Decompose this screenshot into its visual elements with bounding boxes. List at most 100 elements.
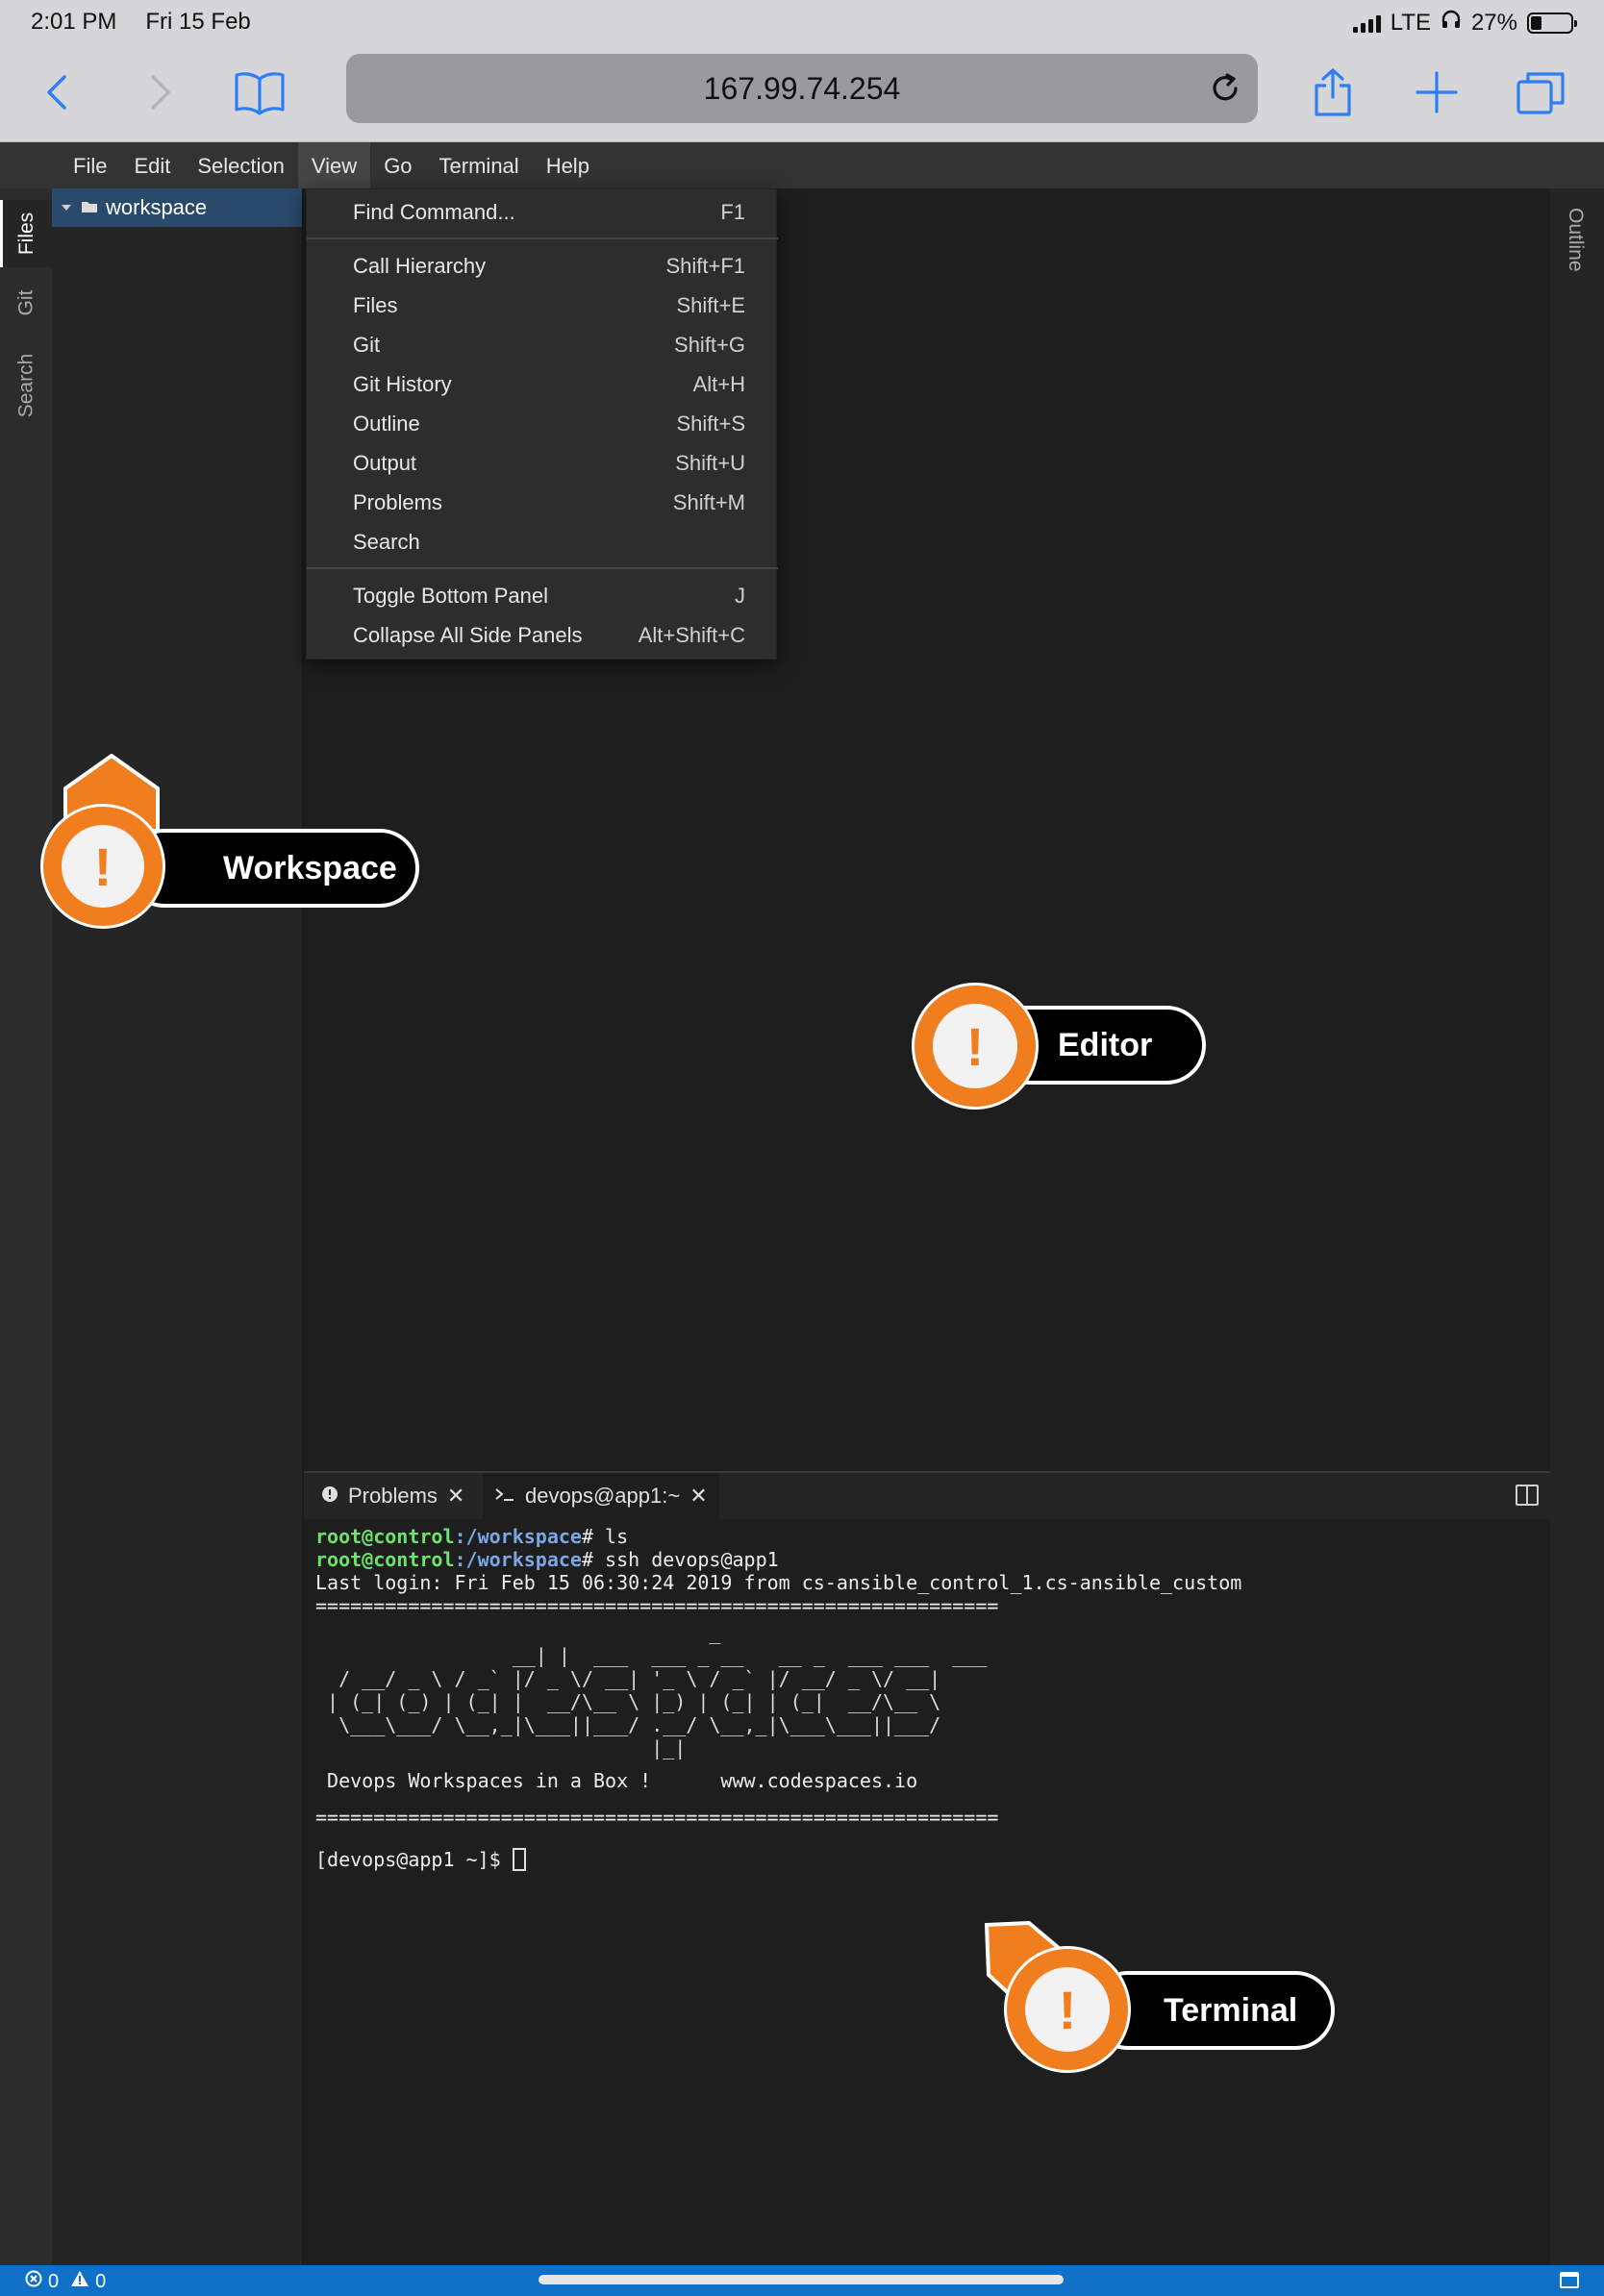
menu-item-outline[interactable]: Outline Shift+S	[307, 405, 778, 443]
menu-item-git[interactable]: Git Shift+G	[307, 326, 778, 364]
alert-badge-icon: !	[912, 983, 1039, 1110]
terminal-cursor	[512, 1848, 526, 1871]
back-icon[interactable]	[29, 63, 87, 121]
menu-item-label: Files	[353, 293, 398, 317]
terminal-tagline: Devops Workspaces in a Box ! www.codespa…	[315, 1769, 918, 1792]
menu-item-label: Toggle Bottom Panel	[353, 584, 549, 608]
chevron-down-icon[interactable]	[60, 195, 73, 220]
terminal-line: Last login: Fri Feb 15 06:30:24 2019 fro…	[315, 1571, 1242, 1594]
close-icon[interactable]: ✕	[689, 1484, 707, 1509]
terminal-line: root@control:/workspace# ssh devops@app1	[315, 1548, 1537, 1571]
menu-item-shortcut: Alt+Shift+C	[638, 623, 745, 647]
menu-item-git-history[interactable]: Git History Alt+H	[307, 365, 778, 404]
menu-item-toggle-bottom-panel[interactable]: Toggle Bottom Panel J	[307, 577, 778, 615]
tab-problems[interactable]: Problems ✕	[310, 1473, 476, 1519]
problems-summary[interactable]: 0 0	[25, 2270, 106, 2293]
callout-label: Workspace	[125, 829, 419, 908]
callout-workspace: Workspace !	[38, 754, 423, 929]
split-panel-icon[interactable]	[1516, 1485, 1539, 1506]
menu-item-shortcut: Alt+H	[692, 372, 745, 396]
ios-status-bar: 2:01 PM Fri 15 Feb LTE 27%	[0, 0, 1604, 44]
menu-file[interactable]: File	[60, 142, 120, 188]
activity-tab-files[interactable]: Files	[0, 200, 52, 267]
battery-icon	[1527, 12, 1577, 34]
menu-item-label: Problems	[353, 490, 442, 514]
ide-status-bar: 0 0	[0, 2265, 1604, 2296]
warning-count: 0	[95, 2270, 107, 2292]
activity-tab-search[interactable]: Search	[0, 352, 52, 419]
tab-label: Problems	[348, 1484, 438, 1508]
terminal-line: root@control:/workspace# ls	[315, 1525, 1537, 1548]
warning-icon	[70, 2270, 89, 2293]
new-tab-icon[interactable]	[1408, 63, 1466, 121]
outline-tab[interactable]: Outline	[1564, 208, 1587, 272]
menu-item-label: Output	[353, 451, 417, 475]
menu-edit[interactable]: Edit	[120, 142, 184, 188]
menu-item-output[interactable]: Output Shift+U	[307, 444, 778, 483]
menu-item-files[interactable]: Files Shift+E	[307, 287, 778, 325]
menu-item-shortcut: J	[735, 584, 745, 608]
tree-item-workspace[interactable]: workspace	[52, 188, 302, 227]
menu-item-label: Find Command...	[353, 200, 515, 224]
menu-item-shortcut: Shift+F1	[665, 254, 745, 278]
status-time: 2:01 PM	[31, 9, 117, 35]
terminal-path: :/workspace	[454, 1548, 582, 1571]
terminal-rule: ========================================…	[315, 1594, 999, 1617]
terminal-command: # ssh devops@app1	[581, 1548, 779, 1571]
terminal-prompt: [devops@app1 ~]$	[315, 1848, 513, 1871]
battery-percent: 27%	[1470, 9, 1517, 36]
home-indicator[interactable]	[539, 2275, 1064, 2284]
menu-separator	[307, 567, 778, 569]
terminal-user: root@control	[315, 1525, 455, 1548]
forward-icon[interactable]	[131, 63, 188, 121]
activity-tab-label: Git	[14, 289, 37, 316]
menu-item-shortcut: F1	[720, 200, 745, 224]
menu-terminal[interactable]: Terminal	[426, 142, 533, 188]
folder-icon	[81, 195, 98, 220]
alert-badge-icon: !	[1004, 1946, 1131, 2073]
menu-item-shortcut: Shift+G	[674, 333, 745, 357]
menu-item-call-hierarchy[interactable]: Call Hierarchy Shift+F1	[307, 247, 778, 286]
menu-item-shortcut: Shift+M	[672, 490, 745, 514]
menu-item-problems[interactable]: Problems Shift+M	[307, 484, 778, 522]
menu-separator	[307, 237, 778, 239]
close-icon[interactable]: ✕	[447, 1484, 464, 1509]
activity-tab-git[interactable]: Git	[0, 279, 52, 327]
menu-item-label: Search	[353, 530, 420, 554]
menu-go[interactable]: Go	[370, 142, 425, 188]
share-icon[interactable]	[1304, 63, 1362, 121]
menu-item-shortcut: Shift+U	[675, 451, 745, 475]
menu-item-find-command[interactable]: Find Command... F1	[307, 193, 778, 232]
reload-icon[interactable]	[1206, 69, 1244, 108]
menu-help[interactable]: Help	[533, 142, 603, 188]
network-type: LTE	[1390, 9, 1431, 36]
menu-item-collapse-side-panels[interactable]: Collapse All Side Panels Alt+Shift+C	[307, 616, 778, 655]
panel-toggle-icon[interactable]	[1560, 2272, 1579, 2288]
activity-bar: Files Git Search	[0, 188, 52, 2265]
file-explorer: workspace	[52, 188, 304, 2265]
right-side-bar: Outline	[1550, 188, 1604, 2265]
menu-view[interactable]: View	[297, 142, 371, 188]
terminal-path: :/workspace	[454, 1525, 582, 1548]
tab-label: devops@app1:~	[525, 1484, 681, 1508]
menu-selection[interactable]: Selection	[184, 142, 298, 188]
activity-tab-label: Files	[15, 212, 38, 256]
headphones-icon	[1441, 9, 1462, 37]
codespaces-ascii-logo: _ __| | ___ ___ _ __ __ _ ___ ___ ___ / …	[327, 1621, 988, 1759]
menu-item-label: Git	[353, 333, 381, 357]
bookmarks-icon[interactable]	[231, 63, 288, 121]
tabs-icon[interactable]	[1512, 63, 1569, 121]
menu-item-label: Git History	[353, 372, 452, 396]
folder-label: workspace	[106, 195, 208, 219]
tab-terminal[interactable]: devops@app1:~ ✕	[483, 1473, 719, 1519]
panel-tabstrip: Problems ✕ devops@app1:~ ✕	[304, 1473, 1550, 1519]
menu-item-label: Collapse All Side Panels	[353, 623, 583, 647]
view-menu-dropdown: Find Command... F1 Call Hierarchy Shift+…	[306, 188, 778, 660]
battery-level	[1531, 15, 1541, 30]
menu-item-search[interactable]: Search	[307, 523, 778, 562]
terminal-output[interactable]: root@control:/workspace# ls root@control…	[315, 1525, 1537, 2256]
url-bar[interactable]: 167.99.74.254	[346, 54, 1258, 123]
terminal-user: root@control	[315, 1548, 455, 1571]
info-icon	[321, 1484, 338, 1509]
menu-item-label: Call Hierarchy	[353, 254, 487, 278]
